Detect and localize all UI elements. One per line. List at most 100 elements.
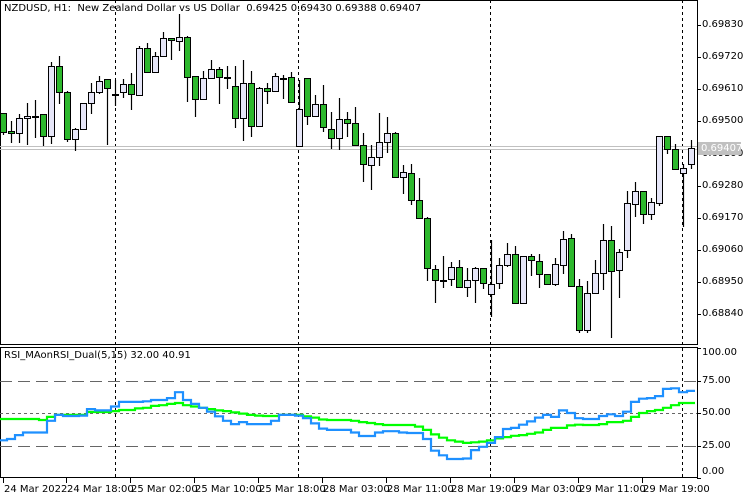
candle [552, 258, 559, 286]
bear-candle-body [360, 145, 367, 165]
bull-candle-body [440, 280, 447, 282]
candle [560, 231, 567, 274]
bear-candle-body [416, 200, 423, 219]
indicator-axis-label: 0.00 [702, 466, 725, 477]
candle [120, 79, 127, 98]
bull-candle-body [80, 103, 87, 130]
candle [472, 267, 479, 303]
time-axis-label: 29 Mar 03:00 [515, 484, 582, 495]
bull-candle-body [72, 129, 79, 140]
candle [8, 121, 15, 143]
candle [464, 268, 471, 297]
bear-candle-body [144, 48, 151, 73]
bear-candle-body [424, 218, 431, 269]
price-axis-label: 0.69720 [702, 51, 744, 63]
bear-candle-body [664, 136, 671, 150]
candle [536, 254, 543, 288]
bear-candle-body [576, 286, 583, 331]
candle [48, 62, 55, 144]
bear-candle-body [536, 261, 543, 275]
candle [264, 83, 271, 104]
candle [392, 132, 399, 178]
bid-price-label: 0.69407 [698, 142, 742, 155]
bull-candle-body [296, 109, 303, 147]
candle [416, 178, 423, 219]
candle [624, 191, 631, 258]
bear-candle-body [216, 69, 223, 78]
bull-candle-body [88, 92, 95, 104]
bull-candle-body [632, 191, 639, 205]
candle [688, 140, 695, 169]
bear-candle-body [184, 37, 191, 78]
time-axis-label: 28 Mar 03:00 [323, 484, 390, 495]
candle [200, 71, 207, 100]
candle [280, 75, 287, 99]
candle [584, 281, 591, 333]
bear-candle-body [568, 238, 575, 287]
candle [352, 107, 359, 146]
bear-candle-body [456, 267, 463, 288]
candle [440, 256, 447, 288]
candle [232, 66, 239, 128]
bear-candle-body [480, 268, 487, 284]
candle [176, 14, 183, 51]
bull-candle-body [656, 136, 663, 204]
candle [680, 164, 687, 227]
bull-candle-body [112, 94, 119, 96]
rsi-line [0, 387, 695, 461]
bull-candle-body [464, 280, 471, 288]
bull-candle-body [312, 104, 319, 117]
bull-candle-body [208, 69, 215, 79]
candle [248, 71, 255, 137]
candle [360, 133, 367, 182]
price-axis-label: 0.69280 [702, 179, 744, 191]
bull-candle-body [16, 118, 23, 134]
bull-candle-body [376, 142, 383, 158]
candle [616, 249, 623, 298]
candle [216, 67, 223, 104]
bear-candle-body [512, 254, 519, 304]
candle [272, 73, 279, 92]
candle [112, 80, 119, 106]
candle [512, 246, 519, 304]
price-axis-label: 0.69060 [702, 244, 744, 255]
indicator-layer [0, 387, 695, 461]
candle [544, 274, 551, 285]
candle [304, 78, 311, 125]
candle [224, 66, 231, 89]
bull-candle-body [96, 81, 103, 93]
candle [160, 32, 167, 57]
bull-candle-body [136, 48, 143, 96]
candle [664, 136, 671, 154]
indicator-title: RSI_MAonRSI_Dual(5,15) 32.00 40.91 [4, 350, 191, 361]
candle [640, 191, 647, 224]
chart-canvas[interactable] [0, 0, 750, 500]
candle [24, 103, 31, 145]
candle [600, 224, 607, 290]
bull-candle-body [336, 119, 343, 139]
bull-candle-body [488, 284, 495, 295]
bear-candle-body [8, 131, 15, 134]
bear-candle-body [304, 78, 311, 117]
candle [208, 60, 215, 79]
candle [184, 36, 191, 102]
chart-title: NZDUSD, H1: New Zealand Dollar vs US Dol… [4, 3, 421, 14]
time-axis-label: 25 Mar 02:00 [131, 484, 198, 495]
candle [168, 38, 175, 60]
bull-candle-body [48, 66, 55, 137]
bear-candle-body [40, 114, 47, 137]
bull-candle-body [368, 157, 375, 166]
time-axis-label: 24 Mar 2022 [4, 484, 68, 495]
bull-candle-body [384, 133, 391, 143]
candle [192, 76, 199, 117]
bear-candle-body [64, 92, 71, 140]
candle [16, 114, 23, 143]
bear-candle-body [104, 79, 111, 89]
candle [384, 117, 391, 153]
bear-candle-body [288, 77, 295, 103]
bear-candle-body [344, 119, 351, 124]
candle [32, 100, 39, 138]
bull-candle-body [120, 84, 127, 93]
candle [656, 136, 663, 206]
candle [96, 76, 103, 94]
